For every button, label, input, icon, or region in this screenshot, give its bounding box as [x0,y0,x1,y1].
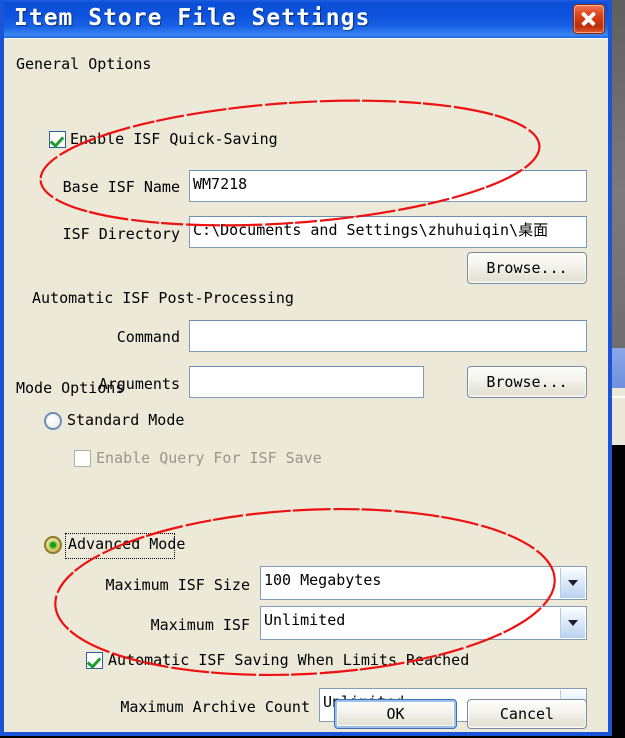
automatic-isf-saving-checkbox[interactable] [86,652,103,669]
automatic-isf-saving-label[interactable]: Automatic ISF Saving When Limits Reached [108,651,469,669]
ok-button[interactable]: OK [334,699,457,729]
maximum-isf-combobox[interactable]: Unlimited [260,606,587,640]
base-isf-name-input[interactable]: WM7218 [189,170,587,202]
command-input[interactable] [189,320,587,352]
enable-query-for-isf-save-checkbox [74,450,91,467]
maximum-isf-value: Unlimited [264,611,346,629]
chevron-down-icon[interactable] [560,608,585,638]
chevron-down-icon[interactable] [560,568,585,598]
maximum-isf-size-label: Maximum ISF Size [105,576,251,594]
window-title: Item Store File Settings [14,5,371,31]
screenshot-root: Item Store File Settings General Options… [0,0,625,738]
isf-directory-input[interactable]: C:\Documents and Settings\zhuhuiqin\桌面 [189,216,587,248]
enable-isf-quick-saving-label[interactable]: Enable ISF Quick-Saving [70,130,278,148]
browse-command-button[interactable]: Browse... [467,366,587,398]
enable-query-for-isf-save-label: Enable Query For ISF Save [96,449,322,467]
maximum-isf-size-combobox[interactable]: 100 Megabytes [260,566,587,600]
close-icon[interactable] [573,4,605,34]
enable-isf-quick-saving-checkbox[interactable] [49,131,66,148]
command-label: Command [116,328,180,346]
maximum-archive-count-label: Maximum Archive Count [120,698,310,716]
browse-isf-directory-button[interactable]: Browse... [467,252,587,284]
maximum-isf-label: Maximum ISF [150,616,250,634]
isf-directory-label: ISF Directory [62,225,180,243]
maximum-isf-size-value: 100 Megabytes [264,571,382,589]
dialog-client-area: General Options Enable ISF Quick-Saving … [4,38,608,732]
general-options-heading: General Options [16,55,152,73]
post-processing-heading: Automatic ISF Post-Processing [32,289,294,307]
cancel-button[interactable]: Cancel [467,699,587,729]
mode-options-heading: Mode Options [16,379,125,397]
arguments-input[interactable] [189,366,424,398]
base-isf-name-label: Base ISF Name [62,178,180,196]
standard-mode-radio[interactable] [44,412,62,430]
item-store-file-settings-dialog: Item Store File Settings General Options… [0,0,612,736]
title-bar[interactable]: Item Store File Settings [0,0,612,38]
advanced-mode-label[interactable]: Advanced Mode [68,535,185,553]
standard-mode-label[interactable]: Standard Mode [67,411,184,429]
advanced-mode-radio[interactable] [44,536,62,554]
